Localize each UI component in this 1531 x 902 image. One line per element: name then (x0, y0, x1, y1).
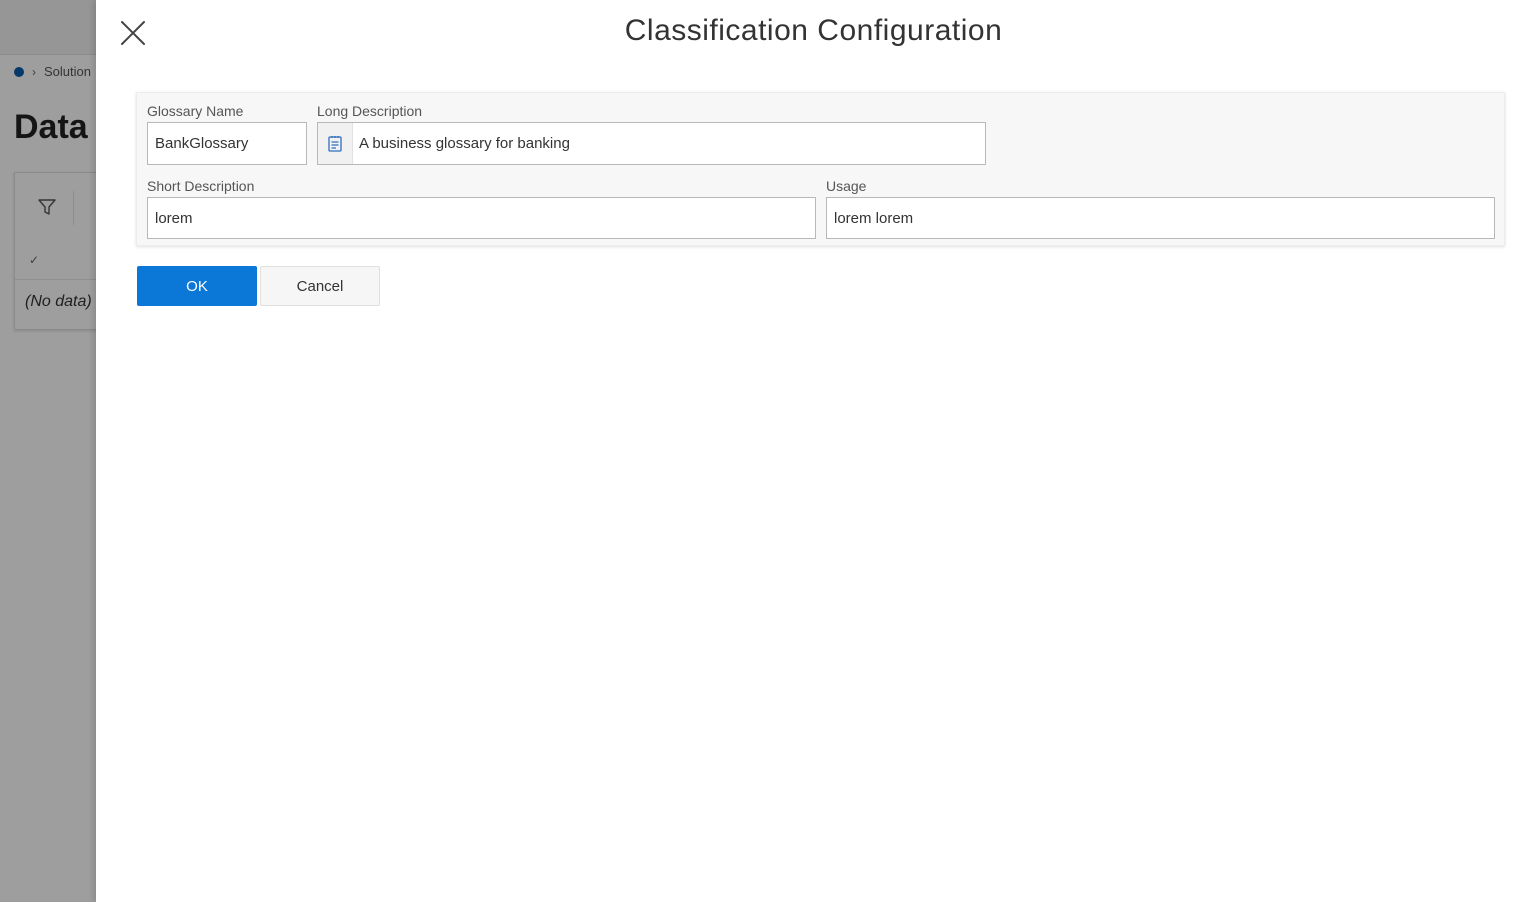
short-description-label: Short Description (147, 178, 255, 194)
panel-title: Classification Configuration (624, 14, 1003, 47)
ok-button[interactable]: OK (137, 266, 257, 306)
short-description-input[interactable] (147, 197, 816, 239)
glossary-name-label: Glossary Name (147, 103, 244, 119)
long-description-field[interactable] (317, 122, 986, 165)
usage-label: Usage (826, 178, 867, 194)
long-description-label: Long Description (317, 103, 423, 119)
notepad-icon[interactable] (318, 123, 353, 164)
form-section: Glossary Name Long Description Short Des… (136, 92, 1505, 246)
long-description-input[interactable] (353, 123, 985, 164)
usage-input[interactable] (826, 197, 1495, 239)
glossary-name-input[interactable] (147, 122, 307, 165)
cancel-button[interactable]: Cancel (260, 266, 380, 306)
classification-config-panel: Classification Configuration Glossary Na… (96, 0, 1531, 902)
